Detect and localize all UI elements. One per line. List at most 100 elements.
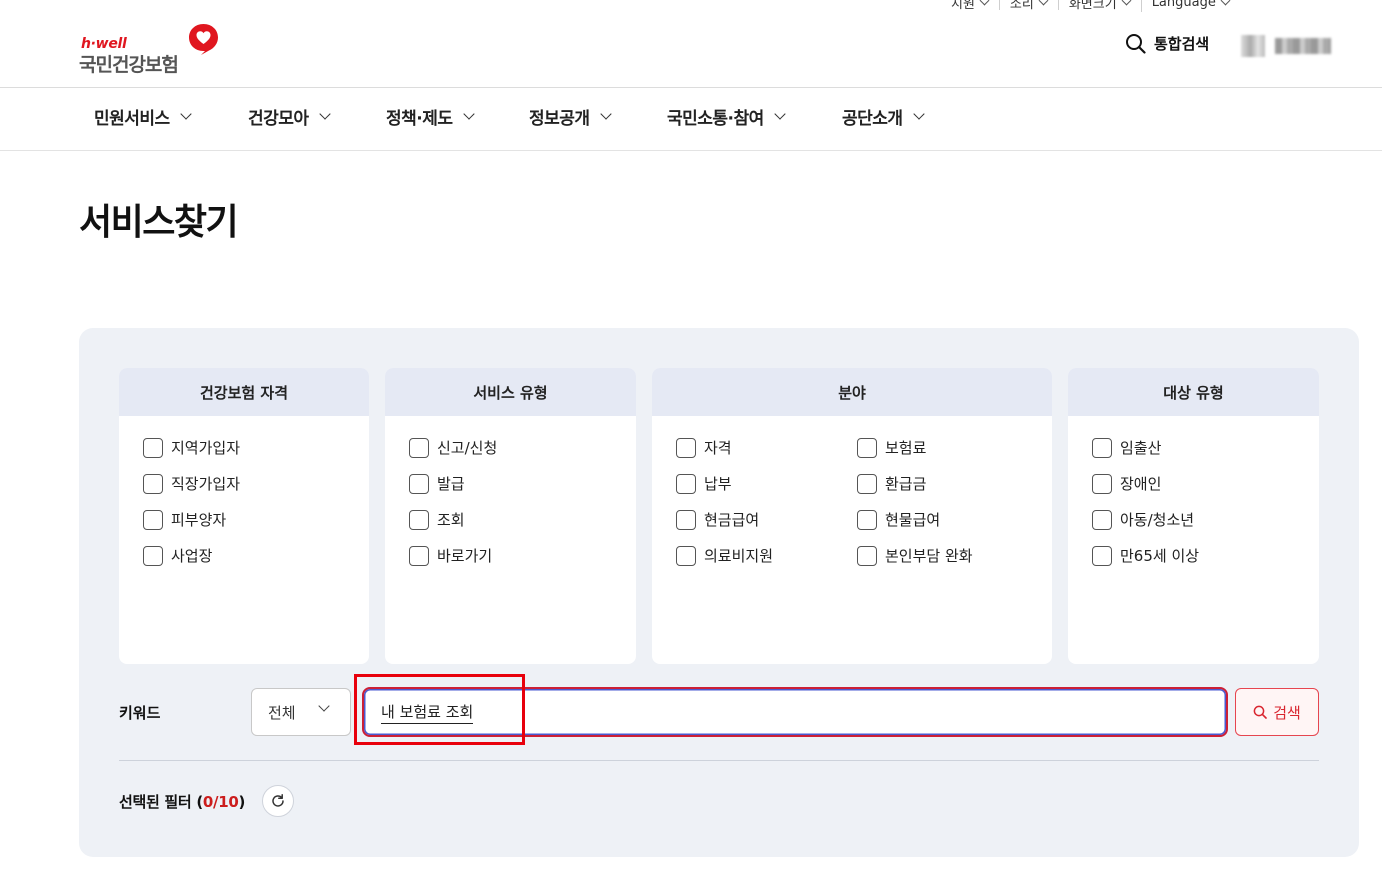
checkbox-premium[interactable]: 보험료 [857, 437, 926, 458]
checkbox-label: 지역가입자 [171, 439, 241, 457]
utility-language-label: Language [1151, 0, 1216, 10]
checkbox-label: 현금급여 [704, 511, 760, 529]
utility-language[interactable]: Language [1140, 0, 1240, 12]
checkbox-label: 본인부담 완화 [885, 547, 973, 565]
checkbox-label: 만65세 이상 [1120, 547, 1200, 565]
checkbox-inquiry[interactable]: 조회 [409, 509, 465, 530]
checkbox-box[interactable] [857, 509, 877, 530]
chevron-down-icon [774, 108, 786, 120]
logo-name: 국민건강보험 [79, 54, 179, 76]
checkbox-dependent[interactable]: 피부양자 [143, 509, 226, 530]
checkbox-box[interactable] [857, 545, 877, 566]
utility-support-label: 지원 [951, 0, 975, 12]
keyword-scope-select[interactable]: 전체 [251, 688, 351, 736]
highlight-annotation-box [354, 674, 525, 745]
checkbox-report-apply[interactable]: 신고/신청 [409, 437, 497, 458]
checkbox-box[interactable] [676, 509, 696, 530]
selected-filters-label: 선택된 필터 [119, 793, 192, 811]
checkbox-refund[interactable]: 환급금 [857, 473, 926, 494]
checkbox-box[interactable] [676, 545, 696, 566]
checkbox-box[interactable] [143, 545, 163, 566]
filter-group-title: 대상 유형 [1068, 368, 1319, 416]
checkbox-issue[interactable]: 발급 [409, 473, 465, 494]
checkbox-payment[interactable]: 납부 [676, 473, 732, 494]
checkbox-label: 환급금 [885, 475, 927, 493]
utility-sound-label: 소리 [1009, 0, 1034, 12]
utility-support[interactable]: 지원 [940, 0, 999, 12]
nav-label: 정보공개 [529, 109, 590, 129]
nav-label: 민원서비스 [94, 109, 170, 129]
nav-label: 국민소통·참여 [667, 109, 764, 129]
checkbox-box[interactable] [143, 437, 163, 458]
checkbox-box[interactable] [1092, 509, 1112, 530]
checkbox-label: 아동/청소년 [1120, 511, 1195, 529]
selected-filters: 선택된 필터 (0/10) [119, 793, 246, 811]
checkbox-box[interactable] [143, 473, 163, 494]
reset-filters-button[interactable] [262, 785, 294, 817]
checkbox-box[interactable] [1092, 437, 1112, 458]
utility-sound[interactable]: 소리 [998, 0, 1058, 12]
nav-divider [0, 150, 1382, 151]
filter-group-title: 서비스 유형 [385, 368, 636, 416]
nav-information-disclosure[interactable]: 정보공개 [529, 104, 612, 129]
checkbox-box[interactable] [676, 473, 696, 494]
nav-label: 공단소개 [842, 109, 903, 129]
utility-bar: 지원 소리 화면크기 Language [940, 0, 1240, 13]
checkbox-box[interactable] [409, 437, 429, 458]
checkbox-medical-support[interactable]: 의료비지원 [676, 545, 773, 566]
nav-health-collection[interactable]: 건강모아 [248, 104, 331, 129]
main-navigation: 민원서비스 건강모아 정책·제도 정보공개 국민소통·참여 공단소개 [0, 104, 1382, 132]
nav-communication-participation[interactable]: 국민소통·참여 [667, 104, 786, 129]
checkbox-shortcut[interactable]: 바로가기 [409, 545, 492, 566]
keyword-divider [119, 760, 1319, 761]
nav-civil-service[interactable]: 민원서비스 [94, 104, 192, 129]
user-name-blurred [1275, 38, 1331, 54]
nav-about[interactable]: 공단소개 [842, 104, 925, 129]
checkbox-box[interactable] [857, 473, 877, 494]
checkbox-label: 사업장 [171, 547, 213, 565]
checkbox-label: 피부양자 [171, 511, 227, 529]
heart-bubble-icon [189, 24, 218, 55]
checkbox-box[interactable] [857, 437, 877, 458]
checkbox-disabled[interactable]: 장애인 [1092, 473, 1161, 494]
checkbox-box[interactable] [143, 509, 163, 530]
checkbox-box[interactable] [409, 473, 429, 494]
keyword-search-button[interactable]: 검색 [1235, 688, 1319, 736]
site-logo[interactable]: h·well 국민건강보험 [79, 22, 229, 76]
checkbox-box[interactable] [409, 545, 429, 566]
chevron-down-icon [318, 108, 331, 120]
utility-screen-size[interactable]: 화면크기 [1057, 0, 1141, 12]
chevron-down-icon [462, 108, 475, 120]
integrated-search-label: 통합검색 [1154, 35, 1210, 53]
filter-group-title: 분야 [652, 368, 1052, 416]
checkbox-box[interactable] [409, 509, 429, 530]
checkbox-label: 직장가입자 [171, 475, 241, 493]
checkbox-child-youth[interactable]: 아동/청소년 [1092, 509, 1194, 530]
user-info-blurred [1241, 35, 1331, 57]
utility-screen-size-label: 화면크기 [1068, 0, 1117, 12]
page-title: 서비스찾기 [79, 202, 239, 243]
checkbox-label: 현물급여 [885, 511, 941, 529]
integrated-search-button[interactable]: 통합검색 [1125, 33, 1209, 54]
checkbox-box[interactable] [676, 437, 696, 458]
filter-group-field: 분야 자격 보험료 납부 환급금 현금급여 현물급여 의료비지원 본인부담 완화 [652, 368, 1052, 664]
checkbox-label: 자격 [704, 439, 732, 457]
checkbox-label: 의료비지원 [704, 547, 774, 565]
checkbox-label: 발급 [437, 475, 465, 493]
checkbox-age-65-plus[interactable]: 만65세 이상 [1092, 545, 1199, 566]
checkbox-cash-benefit[interactable]: 현금급여 [676, 509, 759, 530]
checkbox-copay-relief[interactable]: 본인부담 완화 [857, 545, 973, 566]
checkbox-box[interactable] [1092, 545, 1112, 566]
checkbox-pregnancy-birth[interactable]: 임출산 [1092, 437, 1161, 458]
chevron-down-icon [1121, 0, 1132, 5]
checkbox-workplace-subscriber[interactable]: 직장가입자 [143, 473, 240, 494]
chevron-down-icon [912, 108, 925, 120]
chevron-down-icon [318, 700, 330, 712]
checkbox-box[interactable] [1092, 473, 1112, 494]
checkbox-regional-subscriber[interactable]: 지역가입자 [143, 437, 240, 458]
nav-policy-system[interactable]: 정책·제도 [386, 104, 475, 129]
checkbox-label: 바로가기 [437, 547, 493, 565]
checkbox-qualification[interactable]: 자격 [676, 437, 732, 458]
checkbox-workplace[interactable]: 사업장 [143, 545, 212, 566]
checkbox-in-kind-benefit[interactable]: 현물급여 [857, 509, 940, 530]
